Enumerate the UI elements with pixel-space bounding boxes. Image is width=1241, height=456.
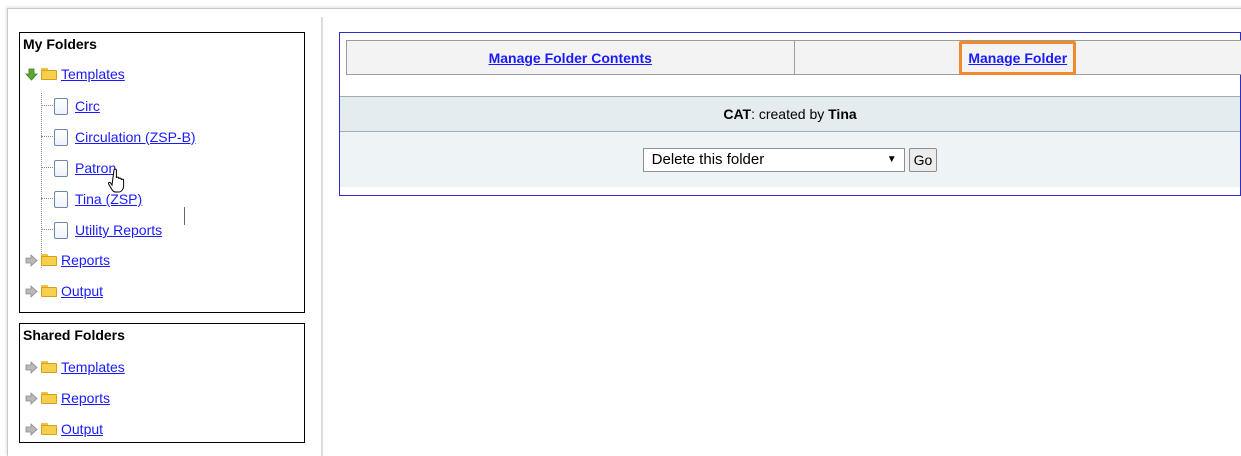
folder-icon bbox=[41, 254, 57, 266]
pane-divider[interactable] bbox=[321, 17, 323, 456]
folder-action-row: Delete this folder ▼ Go bbox=[340, 132, 1240, 187]
tree-connector bbox=[41, 229, 55, 230]
tree-connector bbox=[41, 198, 55, 199]
shared-folders-title: Shared Folders bbox=[23, 327, 125, 343]
shared-tree-item-reports[interactable]: Reports bbox=[25, 387, 110, 409]
expand-right-arrow-icon[interactable] bbox=[25, 422, 38, 436]
folder-icon bbox=[41, 68, 57, 80]
document-icon bbox=[54, 221, 68, 239]
folder-info-row: CAT: created by Tina bbox=[340, 96, 1240, 132]
document-icon bbox=[54, 159, 68, 177]
folder-management-box: Manage Folder Contents Manage Folder CAT… bbox=[339, 32, 1241, 196]
tab-manage-folder-contents[interactable]: Manage Folder Contents bbox=[346, 40, 795, 75]
tree-connector bbox=[41, 136, 55, 137]
dropdown-caret-icon: ▼ bbox=[886, 154, 897, 165]
my-folders-panel: My Folders Templates Circ Circulation (Z… bbox=[19, 32, 305, 313]
folder-action-select[interactable]: Delete this folder ▼ bbox=[642, 147, 905, 172]
shared-templates-link[interactable]: Templates bbox=[61, 359, 125, 375]
tree-item-circ[interactable]: Circ bbox=[54, 95, 100, 117]
tree-item-reports[interactable]: Reports bbox=[25, 249, 110, 271]
created-by-label: : created by bbox=[751, 106, 829, 122]
circulation-zsp-b-link[interactable]: Circulation (ZSP-B) bbox=[75, 129, 196, 145]
expand-right-arrow-icon[interactable] bbox=[25, 253, 38, 267]
folder-icon bbox=[41, 361, 57, 373]
tree-connector bbox=[41, 167, 55, 168]
folder-icon bbox=[41, 423, 57, 435]
go-button[interactable]: Go bbox=[908, 147, 938, 172]
tree-item-circulation-zsp-b[interactable]: Circulation (ZSP-B) bbox=[54, 126, 196, 148]
tree-item-utility-reports[interactable]: Utility Reports bbox=[54, 219, 162, 241]
shared-folders-panel: Shared Folders Templates Reports Output bbox=[19, 323, 305, 443]
my-folders-title: My Folders bbox=[23, 36, 97, 52]
shared-output-link[interactable]: Output bbox=[61, 421, 103, 437]
management-tabs: Manage Folder Contents Manage Folder bbox=[346, 40, 1241, 75]
tree-connector bbox=[41, 93, 42, 268]
tree-item-patron[interactable]: Patron bbox=[54, 157, 116, 179]
folder-icon bbox=[41, 285, 57, 297]
folder-owner: Tina bbox=[828, 106, 857, 122]
hand-pointer-cursor-icon bbox=[108, 168, 125, 193]
folder-icon bbox=[41, 392, 57, 404]
templates-link[interactable]: Templates bbox=[61, 66, 125, 82]
folder-action-selected: Delete this folder bbox=[651, 151, 765, 168]
text-cursor-mark bbox=[184, 207, 185, 225]
document-icon bbox=[54, 128, 68, 146]
folder-name: CAT bbox=[723, 106, 752, 122]
reports-link[interactable]: Reports bbox=[61, 252, 110, 268]
expand-right-arrow-icon[interactable] bbox=[25, 284, 38, 298]
expand-right-arrow-icon[interactable] bbox=[25, 391, 38, 405]
tree-item-output[interactable]: Output bbox=[25, 280, 103, 302]
shared-reports-link[interactable]: Reports bbox=[61, 390, 110, 406]
manage-folder-link[interactable]: Manage Folder bbox=[968, 50, 1067, 66]
highlight-box: Manage Folder bbox=[959, 40, 1077, 75]
shared-tree-item-output[interactable]: Output bbox=[25, 418, 103, 440]
tab-manage-folder[interactable]: Manage Folder bbox=[794, 40, 1241, 75]
manage-folder-contents-link[interactable]: Manage Folder Contents bbox=[489, 50, 652, 66]
tree-connector bbox=[41, 105, 55, 106]
utility-reports-link[interactable]: Utility Reports bbox=[75, 222, 162, 238]
expand-down-arrow-icon[interactable] bbox=[25, 68, 38, 81]
expand-right-arrow-icon[interactable] bbox=[25, 360, 38, 374]
circ-link[interactable]: Circ bbox=[75, 98, 100, 114]
shared-tree-item-templates[interactable]: Templates bbox=[25, 356, 125, 378]
document-icon bbox=[54, 97, 68, 115]
tree-item-templates[interactable]: Templates bbox=[25, 63, 125, 85]
output-link[interactable]: Output bbox=[61, 283, 103, 299]
document-icon bbox=[54, 190, 68, 208]
